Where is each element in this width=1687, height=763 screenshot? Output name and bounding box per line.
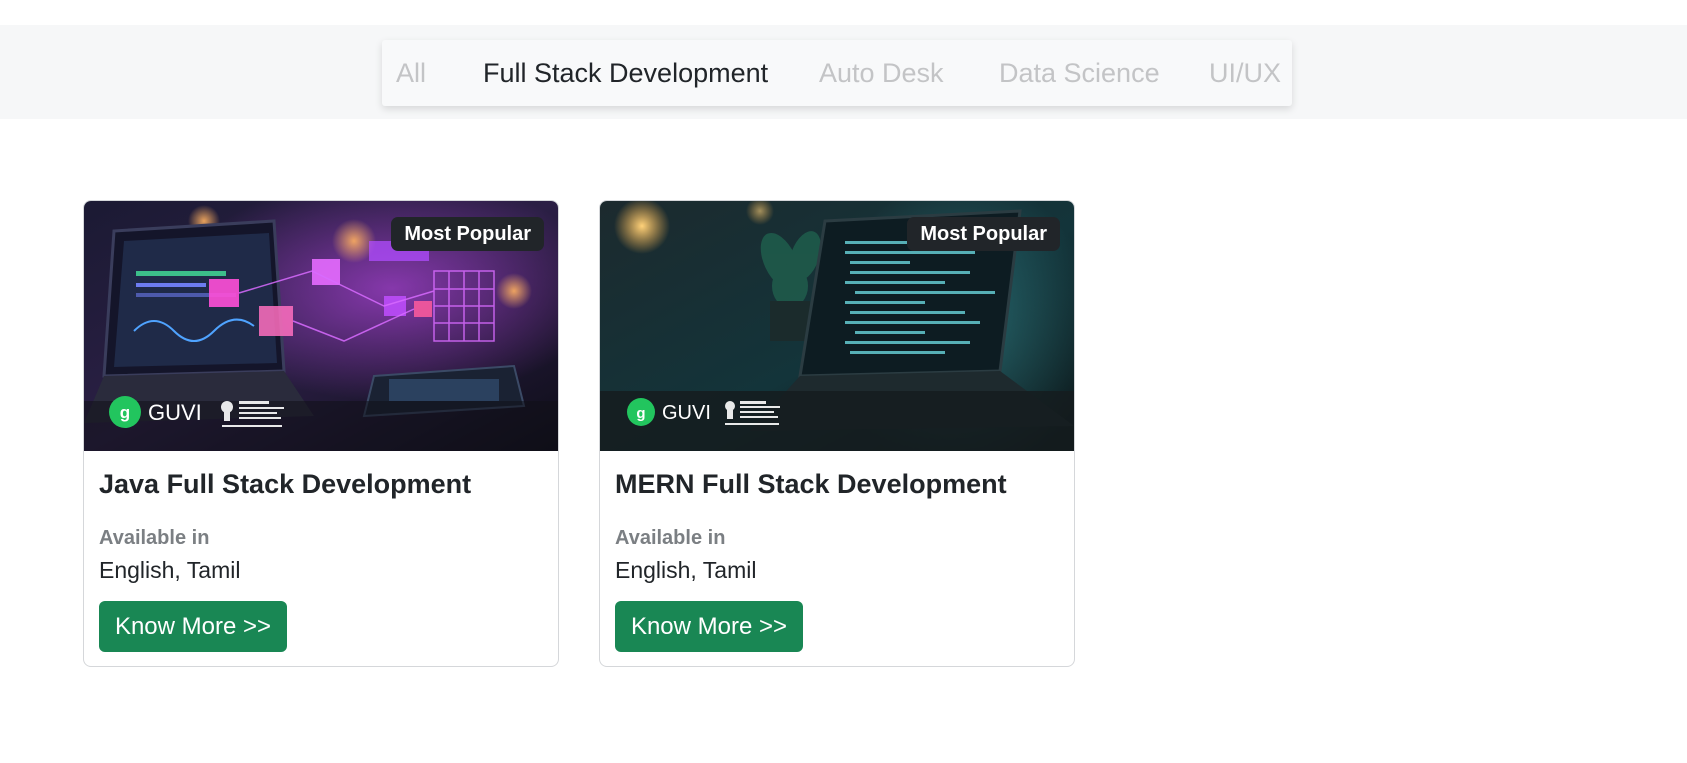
availability-languages: English, Tamil [615, 557, 757, 583]
course-title: MERN Full Stack Development [615, 469, 1007, 499]
course-image-java[interactable]: g GUVI Most Popular [84, 201, 558, 451]
course-image-mern[interactable]: g GUVI Most Popular [600, 201, 1074, 451]
tab-ui-ux[interactable]: UI/UX [1209, 40, 1281, 106]
availability-languages: English, Tamil [99, 557, 241, 583]
availability-label: Available in [99, 527, 210, 549]
svg-text:g: g [636, 405, 645, 422]
most-popular-badge: Most Popular [907, 217, 1060, 251]
tab-all[interactable]: All [396, 40, 426, 106]
know-more-button[interactable]: Know More >> [615, 601, 803, 652]
tab-full-stack-development[interactable]: Full Stack Development [483, 40, 768, 106]
svg-text:g: g [120, 403, 130, 422]
tab-auto-desk[interactable]: Auto Desk [819, 40, 944, 106]
tab-data-science[interactable]: Data Science [999, 40, 1160, 106]
category-tab-bar: All Full Stack Development Auto Desk Dat… [382, 40, 1292, 106]
course-title: Java Full Stack Development [99, 469, 472, 499]
guvi-logo-text: GUVI [662, 402, 711, 424]
most-popular-badge: Most Popular [391, 217, 544, 251]
guvi-logo-text: GUVI [148, 400, 202, 425]
course-card-mern: g GUVI Most Popular MERN Full Stack Deve… [599, 200, 1075, 667]
availability-label: Available in [615, 527, 726, 549]
course-card-java: g GUVI Most Popular Java Full Stack Deve… [83, 200, 559, 667]
know-more-button[interactable]: Know More >> [99, 601, 287, 652]
